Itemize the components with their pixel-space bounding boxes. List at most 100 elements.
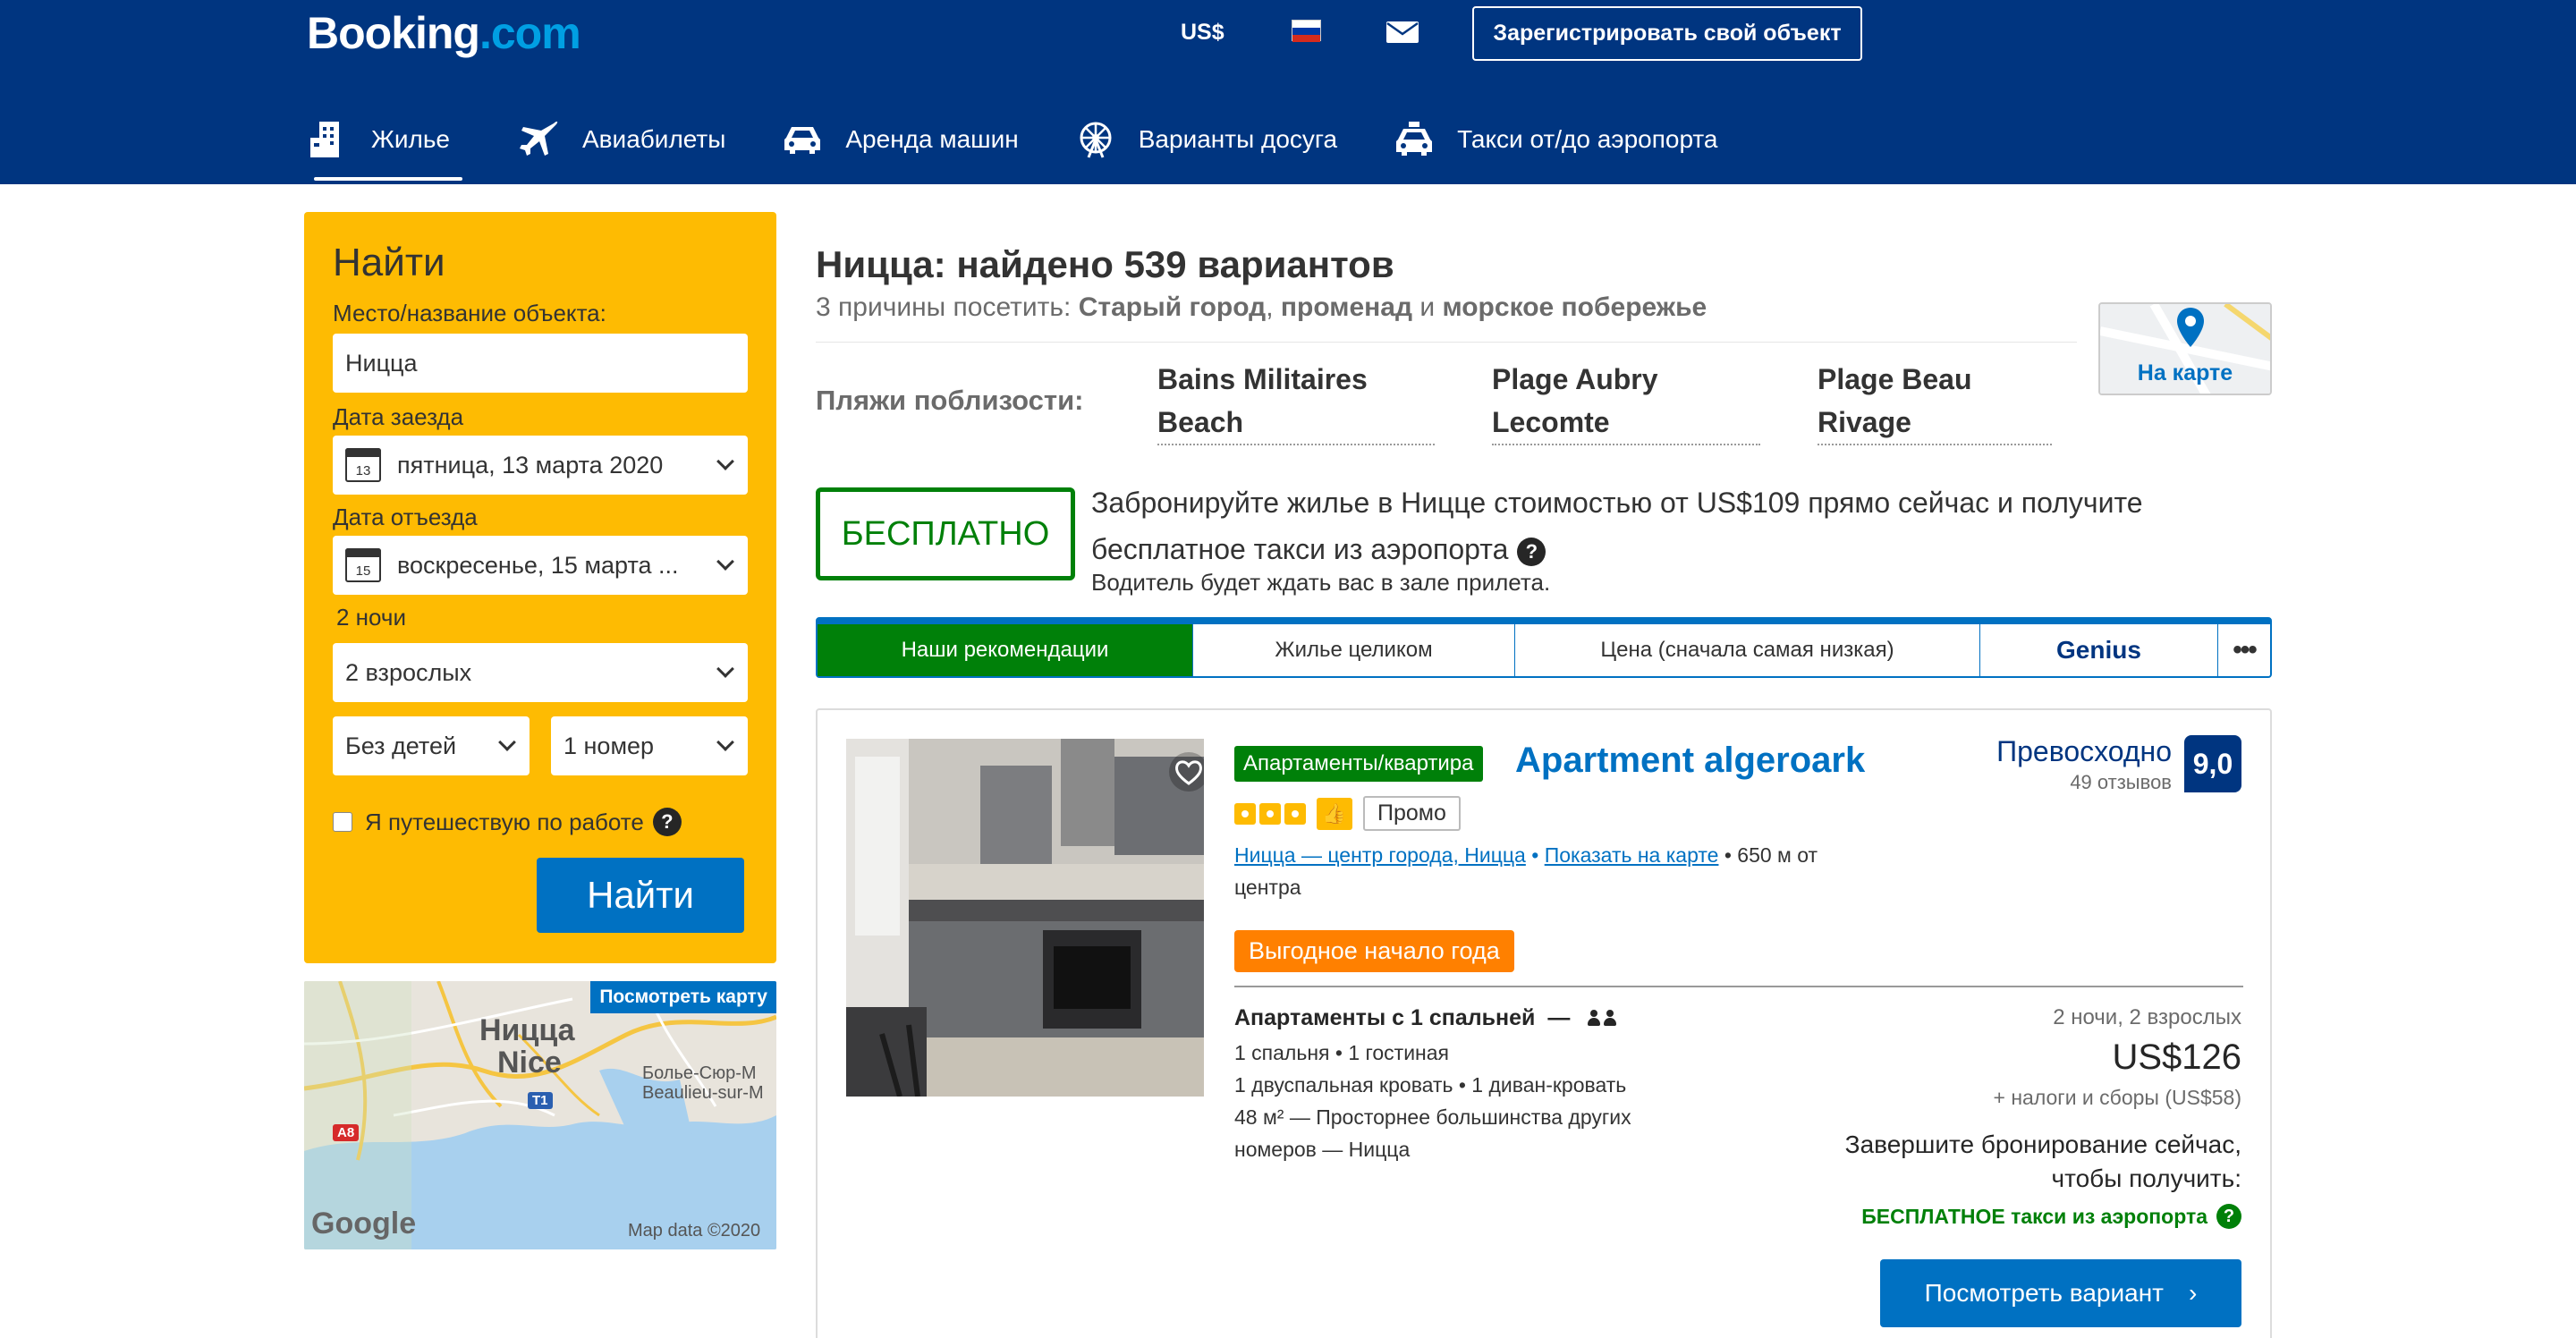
promo-tag: Промо [1363,796,1461,831]
review-score-badge: 9,0 [2184,735,2241,792]
beach-name-line2: Beach [1157,406,1244,438]
review-count[interactable]: 49 отзывов [2070,771,2172,794]
beach-name-line1: Plage Beau [1818,363,1972,395]
calendar-icon: 15 [345,548,381,582]
beach-link[interactable]: Bains Militaires Beach [1157,358,1435,445]
reason-item: морское побережье [1442,292,1707,322]
show-on-map-box[interactable]: На карте [2098,302,2272,395]
view-map-button[interactable]: Посмотреть карту [590,981,776,1013]
help-icon[interactable]: ? [2216,1204,2241,1229]
map-thumbnail[interactable]: Посмотреть карту Ницца Nice Болье-Сюр-М B… [304,981,776,1249]
distance-line2: центра [1234,876,1301,899]
star-icon [1284,802,1306,825]
location-link[interactable]: Ницца — центр города, Ницца [1234,843,1526,867]
taxi-promo-text: Забронируйте жилье в Ницце стоимостью от… [1091,479,2254,572]
checkbox-icon[interactable] [333,812,352,832]
booking-incentive-line1: Завершите бронирование сейчас, [1844,1131,2241,1158]
chevron-right-icon: › [2189,1279,2198,1307]
nav-label: Варианты досуга [1138,125,1338,153]
property-photo[interactable] [846,739,1204,1097]
map-pin-icon [2177,308,2204,347]
nav-item-attractions[interactable]: Варианты досуга [1074,95,1337,184]
property-name-link[interactable]: Apartment algeroark [1515,741,1865,781]
chevron-down-icon [716,733,734,751]
nav-item-airport-taxi[interactable]: Такси от/до аэропорта [1393,95,1718,184]
children-select[interactable]: Без детей [333,716,530,775]
children-value: Без детей [345,732,457,759]
plane-icon [518,118,561,161]
work-trip-checkbox[interactable]: Я путешествую по работе ? [333,808,682,836]
divider [1234,986,2243,987]
destination-input[interactable]: Ницца [333,334,748,393]
price: US$126 [2112,1037,2241,1077]
checkout-label: Дата отъезда [333,504,478,530]
property-card: Апартаменты/квартира Apartment algeroark… [816,708,2272,1338]
free-badge: БЕСПЛАТНО [816,487,1075,580]
chevron-down-icon [716,453,734,470]
nav-item-car-rental[interactable]: Аренда машин [781,95,1019,184]
tab-genius[interactable]: Genius [1980,624,2218,676]
checkout-date-field[interactable]: 15 воскресенье, 15 марта ... [333,536,748,595]
nav-label: Авиабилеты [582,125,726,153]
taxi-promo-note: Водитель будет ждать вас в зале прилета. [1091,569,1551,596]
tab-recommended[interactable]: Наши рекомендации [818,624,1193,676]
more-options-icon[interactable]: ••• [2218,624,2270,676]
search-button[interactable]: Найти [537,858,744,933]
nav-label: Аренда машин [845,125,1019,153]
nav-item-stays[interactable]: Жилье [307,95,462,184]
nights-count: 2 ночи [336,604,406,631]
star-icon [1234,802,1256,825]
distance-line1: 650 м от [1737,843,1818,867]
logo-text: Booking [307,8,480,58]
nav-label: Такси от/до аэропорта [1457,125,1718,153]
map-town-ru: Болье-Сюр-М [642,1063,757,1083]
stay-summary: 2 ночи, 2 взрослых [2053,1005,2241,1029]
russia-flag-icon[interactable] [1292,20,1321,42]
room-name: Апартаменты с 1 спальней — [1234,1005,1620,1031]
nav-item-flights[interactable]: Авиабилеты [518,95,725,184]
thumbs-up-icon: 👍 [1317,797,1352,830]
checkin-label: Дата заезда [333,403,464,430]
help-icon[interactable]: ? [652,808,682,836]
beach-link[interactable]: Plage Aubry Lecomte [1492,358,1760,445]
mail-icon[interactable] [1386,21,1419,43]
search-panel: Найти Место/название объекта: Ницца Дата… [304,212,776,963]
top-header: Booking.com US$ Зарегистрировать свой об… [0,0,2576,184]
view-property-button[interactable]: Посмотреть вариант › [1880,1259,2241,1327]
beach-link[interactable]: Plage Beau Rivage [1818,358,2052,445]
chevron-down-icon [716,660,734,678]
room-dash: — [1547,1005,1571,1030]
room-detail-line: 1 двуспальная кровать • 1 диван-кровать [1234,1073,1627,1097]
help-icon[interactable]: ? [1517,537,1546,566]
google-logo: Google [311,1207,417,1241]
taxi-icon [1393,118,1436,161]
nearby-beaches-label: Пляжи поблизости: [816,385,1084,416]
rooms-select[interactable]: 1 номер [551,716,748,775]
tab-price-lowest[interactable]: Цена (сначала самая низкая) [1515,624,1980,676]
beach-name-line2: Rivage [1818,406,1911,438]
adults-select[interactable]: 2 взрослых [333,643,748,702]
reason-separator: , [1266,292,1281,322]
work-trip-label: Я путешествую по работе [365,808,644,835]
currency-selector[interactable]: US$ [1181,20,1224,46]
reason-item: Старый город [1078,292,1267,322]
checkin-date-field[interactable]: 13 пятница, 13 марта 2020 [333,436,748,495]
reasons-prefix: 3 причины посетить: [816,292,1079,322]
tab-entire-homes[interactable]: Жилье целиком [1193,624,1515,676]
register-property-button[interactable]: Зарегистрировать свой объект [1472,6,1862,61]
rooms-value: 1 номер [564,732,655,759]
road-a8-tag: A8 [333,1124,360,1141]
map-attribution: Map data ©2020 [628,1221,761,1241]
reasons-to-visit: 3 причины посетить: Старый город, промен… [816,292,1707,323]
show-on-map-link[interactable]: Показать на карте [1545,843,1719,867]
beach-name-line1: Plage Aubry [1492,363,1658,395]
reason-item: променад [1280,292,1412,322]
map-city-label-en: Nice [497,1046,562,1080]
favorite-heart-icon[interactable] [1168,751,1204,792]
booking-logo[interactable]: Booking.com [307,7,581,59]
taxes-note: + налоги и сборы (US$58) [1993,1086,2241,1109]
page-title: Ницца: найдено 539 вариантов [816,243,1394,285]
destination-label: Место/название объекта: [333,300,606,326]
road-t1-tag: T1 [528,1092,553,1109]
map-town-label: Болье-Сюр-М Beaulieu-sur-M [642,1063,764,1103]
